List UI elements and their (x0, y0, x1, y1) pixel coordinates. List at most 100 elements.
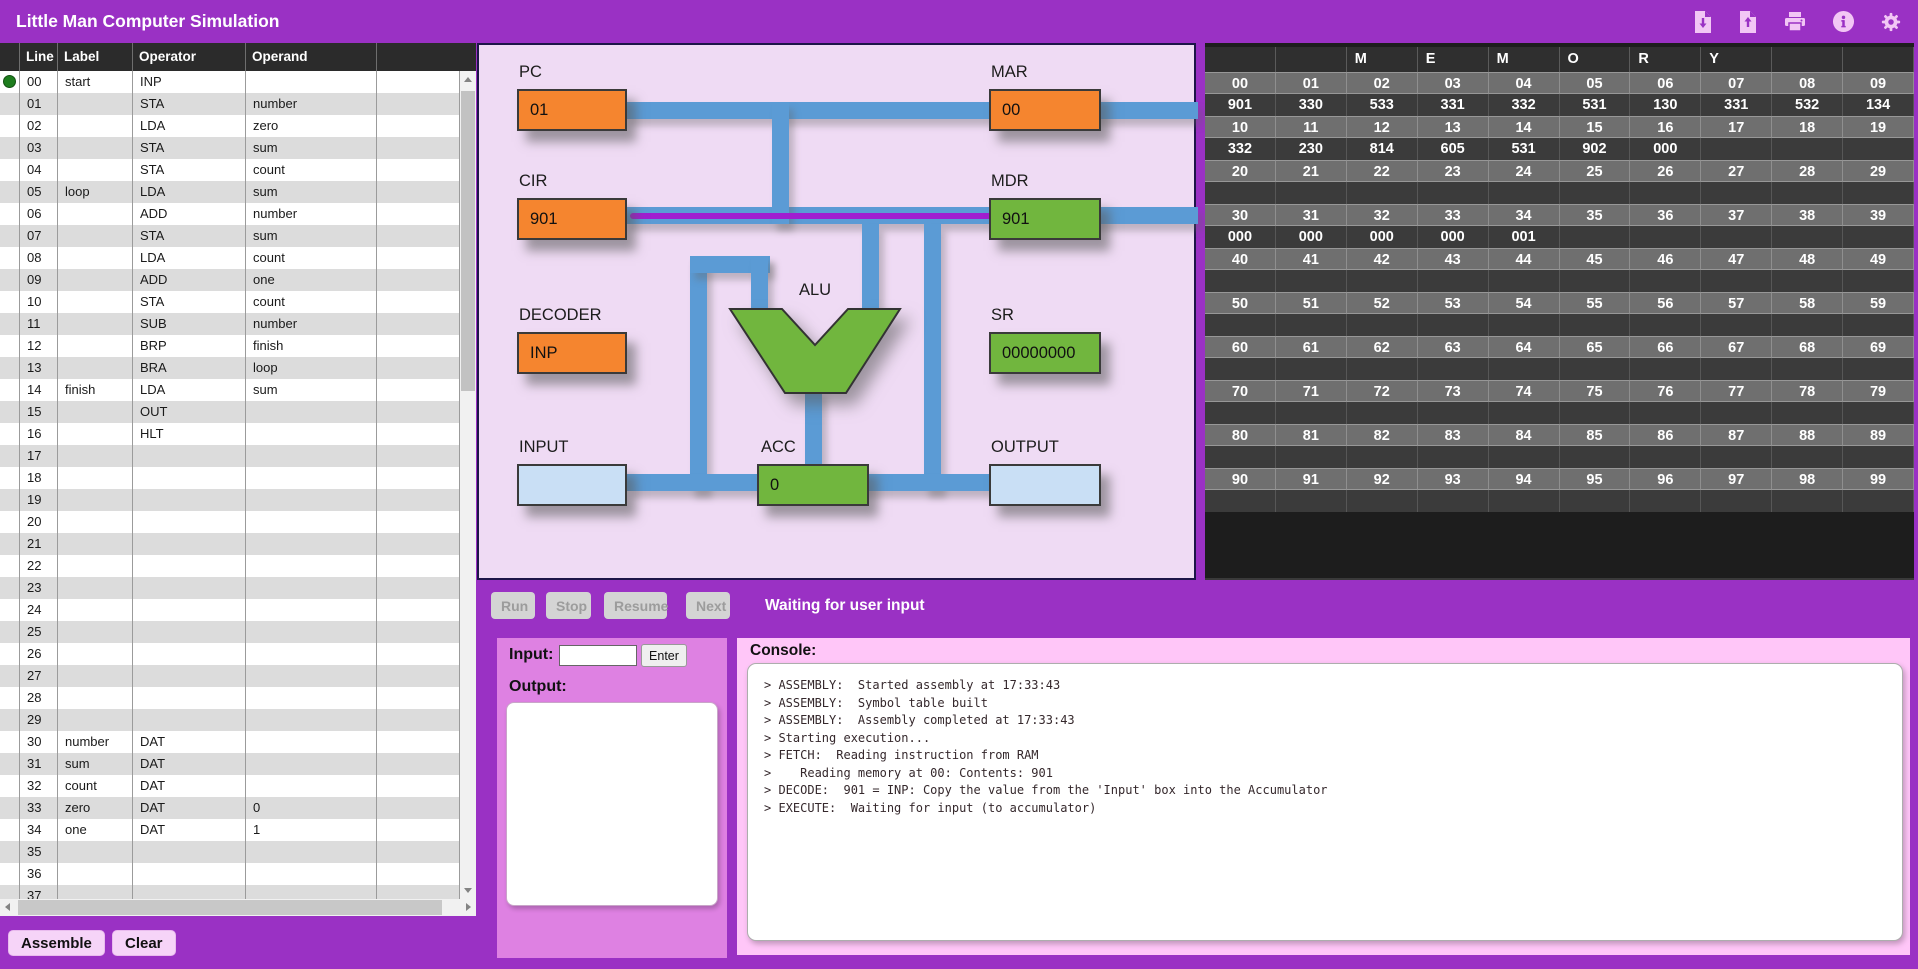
cell-operator[interactable]: STA (133, 225, 246, 247)
clear-button[interactable]: Clear (112, 930, 176, 956)
cell-operand[interactable]: count (246, 247, 377, 269)
table-row[interactable]: 33 zero DAT 0 (0, 797, 460, 819)
cell-operand[interactable] (246, 621, 377, 643)
cell-operator[interactable]: DAT (133, 731, 246, 753)
cell-operator[interactable]: DAT (133, 775, 246, 797)
cell-label[interactable] (58, 885, 133, 899)
cell-operator[interactable] (133, 643, 246, 665)
cell-operand[interactable] (246, 445, 377, 467)
cell-label[interactable]: finish (58, 379, 133, 401)
table-row[interactable]: 23 (0, 577, 460, 599)
cell-operand[interactable]: number (246, 313, 377, 335)
table-row[interactable]: 17 (0, 445, 460, 467)
cell-label[interactable] (58, 247, 133, 269)
horizontal-scrollbar-thumb[interactable] (18, 900, 442, 915)
left-arrow-icon[interactable] (5, 903, 10, 911)
cell-operand[interactable] (246, 665, 377, 687)
table-row[interactable]: 11 SUB number (0, 313, 460, 335)
vertical-scrollbar-thumb[interactable] (461, 91, 475, 391)
table-row[interactable]: 09 ADD one (0, 269, 460, 291)
table-row[interactable]: 27 (0, 665, 460, 687)
cell-label[interactable]: number (58, 731, 133, 753)
cell-operand[interactable] (246, 555, 377, 577)
cell-label[interactable] (58, 687, 133, 709)
cell-operand[interactable] (246, 753, 377, 775)
cell-operator[interactable] (133, 665, 246, 687)
cell-operator[interactable] (133, 841, 246, 863)
cell-operator[interactable] (133, 863, 246, 885)
cell-operator[interactable] (133, 555, 246, 577)
cell-operator[interactable] (133, 533, 246, 555)
table-row[interactable]: 22 (0, 555, 460, 577)
cell-operand[interactable]: sum (246, 379, 377, 401)
cell-operand[interactable] (246, 71, 377, 93)
cell-operator[interactable]: STA (133, 137, 246, 159)
cell-label[interactable] (58, 599, 133, 621)
cell-operator[interactable]: DAT (133, 819, 246, 841)
cell-label[interactable] (58, 709, 133, 731)
table-row[interactable]: 08 LDA count (0, 247, 460, 269)
cell-label[interactable] (58, 93, 133, 115)
cell-operand[interactable] (246, 599, 377, 621)
cell-operand[interactable] (246, 423, 377, 445)
table-row[interactable]: 07 STA sum (0, 225, 460, 247)
cell-label[interactable] (58, 445, 133, 467)
input-field[interactable] (559, 645, 637, 666)
cell-label[interactable] (58, 357, 133, 379)
table-row[interactable]: 31 sum DAT (0, 753, 460, 775)
cell-label[interactable] (58, 203, 133, 225)
cell-operand[interactable]: count (246, 291, 377, 313)
info-icon[interactable] (1832, 10, 1855, 33)
cell-operand[interactable]: 1 (246, 819, 377, 841)
print-icon[interactable] (1783, 11, 1807, 33)
console-log[interactable]: > ASSEMBLY: Started assembly at 17:33:43… (747, 663, 1903, 941)
cell-operand[interactable]: one (246, 269, 377, 291)
cell-label[interactable]: loop (58, 181, 133, 203)
vertical-scrollbar[interactable] (460, 71, 476, 899)
cell-operand[interactable] (246, 511, 377, 533)
cell-label[interactable] (58, 555, 133, 577)
cell-operator[interactable] (133, 621, 246, 643)
download-file-icon[interactable] (1693, 10, 1713, 34)
cell-operator[interactable]: LDA (133, 247, 246, 269)
table-row[interactable]: 26 (0, 643, 460, 665)
cell-operand[interactable]: number (246, 203, 377, 225)
cell-operator[interactable]: DAT (133, 797, 246, 819)
scroll-up-button[interactable] (460, 71, 476, 88)
cell-operator[interactable] (133, 445, 246, 467)
cell-operator[interactable]: BRA (133, 357, 246, 379)
cell-operand[interactable] (246, 731, 377, 753)
cell-label[interactable] (58, 159, 133, 181)
cell-operator[interactable]: LDA (133, 181, 246, 203)
cell-operator[interactable]: DAT (133, 753, 246, 775)
cell-operator[interactable]: OUT (133, 401, 246, 423)
resume-button[interactable]: Resume (604, 592, 667, 619)
cell-label[interactable] (58, 313, 133, 335)
cell-label[interactable] (58, 577, 133, 599)
cell-operator[interactable]: STA (133, 159, 246, 181)
cell-operator[interactable] (133, 577, 246, 599)
cell-operator[interactable] (133, 599, 246, 621)
table-row[interactable]: 13 BRA loop (0, 357, 460, 379)
cell-operator[interactable] (133, 511, 246, 533)
table-row[interactable]: 24 (0, 599, 460, 621)
cell-operator[interactable] (133, 885, 246, 899)
cell-label[interactable] (58, 335, 133, 357)
cell-operand[interactable]: zero (246, 115, 377, 137)
cell-operand[interactable] (246, 533, 377, 555)
table-row[interactable]: 03 STA sum (0, 137, 460, 159)
cell-label[interactable]: zero (58, 797, 133, 819)
cell-label[interactable] (58, 401, 133, 423)
cell-operand[interactable]: count (246, 159, 377, 181)
cell-operand[interactable]: finish (246, 335, 377, 357)
cell-operand[interactable] (246, 841, 377, 863)
table-row[interactable]: 25 (0, 621, 460, 643)
upload-file-icon[interactable] (1738, 10, 1758, 34)
cell-operand[interactable]: sum (246, 137, 377, 159)
cell-operand[interactable] (246, 489, 377, 511)
table-row[interactable]: 32 count DAT (0, 775, 460, 797)
table-row[interactable]: 34 one DAT 1 (0, 819, 460, 841)
cell-operand[interactable]: loop (246, 357, 377, 379)
cell-label[interactable] (58, 841, 133, 863)
table-row[interactable]: 06 ADD number (0, 203, 460, 225)
